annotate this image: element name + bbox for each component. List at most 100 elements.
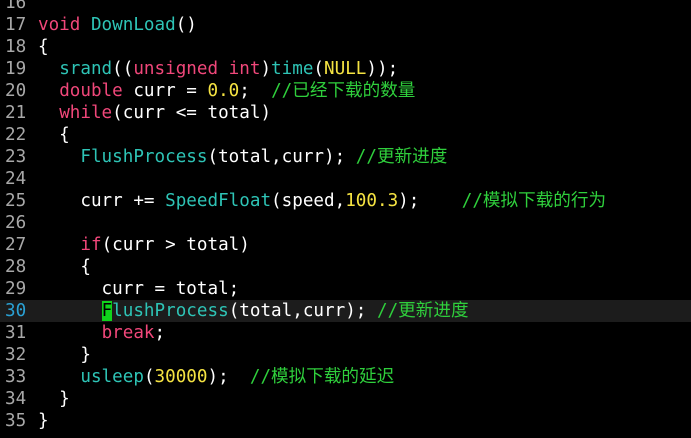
code-token: }: [38, 345, 91, 365]
code-text[interactable]: {: [38, 36, 49, 58]
code-editor[interactable]: 16 17 void DownLoad() 18{19 srand((unsigned…: [0, 0, 691, 438]
code-token: NULL: [324, 59, 367, 79]
code-text[interactable]: }: [38, 388, 70, 410]
code-token: (curr > total): [101, 235, 250, 255]
code-text[interactable]: curr = total;: [38, 278, 240, 300]
code-line[interactable]: 29 curr = total;: [0, 278, 691, 300]
code-line[interactable]: 21 while(curr <= total): [0, 102, 691, 124]
code-token: //更新进度: [376, 301, 469, 321]
code-text[interactable]: usleep(30000); //模拟下载的延迟: [38, 366, 394, 388]
code-token: ): [260, 59, 272, 79]
line-number: 32: [5, 345, 27, 365]
line-number: 23: [5, 147, 27, 167]
code-token: 30000: [154, 367, 208, 387]
code-text[interactable]: {: [38, 256, 91, 278]
code-token: }: [38, 411, 49, 431]
code-line[interactable]: 24: [0, 168, 691, 190]
code-token: 0.0: [207, 81, 240, 101]
code-line[interactable]: 16: [0, 0, 691, 14]
code-token: ;: [154, 323, 166, 343]
code-line[interactable]: 28 {: [0, 256, 691, 278]
line-number: 35: [5, 411, 27, 431]
code-text[interactable]: double curr = 0.0; //已经下载的数量: [38, 80, 415, 102]
code-token: lushProcess: [112, 301, 229, 321]
line-number: 26: [5, 213, 27, 233]
code-text[interactable]: break;: [38, 322, 166, 344]
line-number: 29: [5, 279, 27, 299]
code-token: void: [38, 15, 91, 35]
code-token: //更新进度: [355, 147, 448, 167]
code-text[interactable]: {: [38, 124, 70, 146]
code-token: //模拟下载的延迟: [249, 367, 395, 387]
code-text[interactable]: curr += SpeedFloat(speed,100.3); //模拟下载的…: [38, 190, 606, 212]
code-token: (curr <= total): [112, 103, 272, 123]
code-token: ((: [112, 59, 134, 79]
code-token: break: [101, 323, 155, 343]
line-number: 28: [5, 257, 27, 277]
code-line[interactable]: 35}: [0, 410, 691, 432]
code-token: );: [207, 367, 250, 387]
line-number: 25: [5, 191, 27, 211]
code-text[interactable]: FlushProcess(total,curr); //更新进度: [38, 300, 469, 322]
code-line[interactable]: 19 srand((unsigned int)time(NULL));: [0, 58, 691, 80]
code-text[interactable]: if(curr > total): [38, 234, 250, 256]
code-token: time: [271, 59, 314, 79]
code-token: (: [313, 59, 325, 79]
code-line[interactable]: 20 double curr = 0.0; //已经下载的数量: [0, 80, 691, 102]
code-token: (total,curr);: [228, 301, 377, 321]
code-token: 100.3: [345, 191, 399, 211]
code-token: (speed,: [271, 191, 346, 211]
code-line[interactable]: 34 }: [0, 388, 691, 410]
code-line[interactable]: 18 {: [0, 36, 691, 58]
code-token: unsigned int: [133, 59, 261, 79]
line-number: 18: [5, 37, 27, 57]
code-text[interactable]: srand((unsigned int)time(NULL));: [38, 58, 398, 80]
code-token: }: [38, 389, 70, 409]
line-number: 31: [5, 323, 27, 343]
code-token: srand: [59, 59, 113, 79]
code-token: SpeedFloat: [165, 191, 272, 211]
line-number: 27: [5, 235, 27, 255]
code-token: (: [143, 367, 155, 387]
code-line[interactable]: 22 {: [0, 124, 691, 146]
line-number: 20: [5, 81, 27, 101]
code-line[interactable]: 27 if(curr > total): [0, 234, 691, 256]
code-line[interactable]: 17 void DownLoad(): [0, 14, 691, 36]
code-token: while: [59, 103, 113, 123]
code-line[interactable]: 25 curr += SpeedFloat(speed,100.3); //模拟…: [0, 190, 691, 212]
code-token: usleep: [80, 367, 144, 387]
code-line[interactable]: 30 FlushProcess(total,curr); //更新进度: [0, 300, 691, 322]
code-line[interactable]: 23 FlushProcess(total,curr); //更新进度: [0, 146, 691, 168]
code-token: double: [59, 81, 123, 101]
line-number: 19: [5, 59, 27, 79]
code-text[interactable]: FlushProcess(total,curr); //更新进度: [38, 146, 447, 168]
code-line[interactable]: 32 }: [0, 344, 691, 366]
code-text[interactable]: while(curr <= total): [38, 102, 271, 124]
code-text[interactable]: }: [38, 410, 49, 432]
code-text[interactable]: }: [38, 344, 91, 366]
code-token: FlushProcess: [80, 147, 208, 167]
line-number: 22: [5, 125, 27, 145]
line-number: 16: [5, 0, 27, 13]
code-token: ));: [366, 59, 399, 79]
code-text[interactable]: void DownLoad(): [38, 14, 197, 36]
code-token: );: [398, 191, 462, 211]
code-token: {: [38, 37, 49, 57]
line-number: 17: [5, 15, 27, 35]
line-number: 33: [5, 367, 27, 387]
code-token: {: [38, 257, 91, 277]
code-line[interactable]: 26: [0, 212, 691, 234]
code-line[interactable]: 31 break;: [0, 322, 691, 344]
code-line[interactable]: 33 usleep(30000); //模拟下载的延迟: [0, 366, 691, 388]
line-number: 34: [5, 389, 27, 409]
code-token: DownLoad: [90, 15, 176, 35]
line-number: 24: [5, 169, 27, 189]
line-number: 30: [5, 301, 27, 321]
code-token: curr +=: [38, 191, 166, 211]
